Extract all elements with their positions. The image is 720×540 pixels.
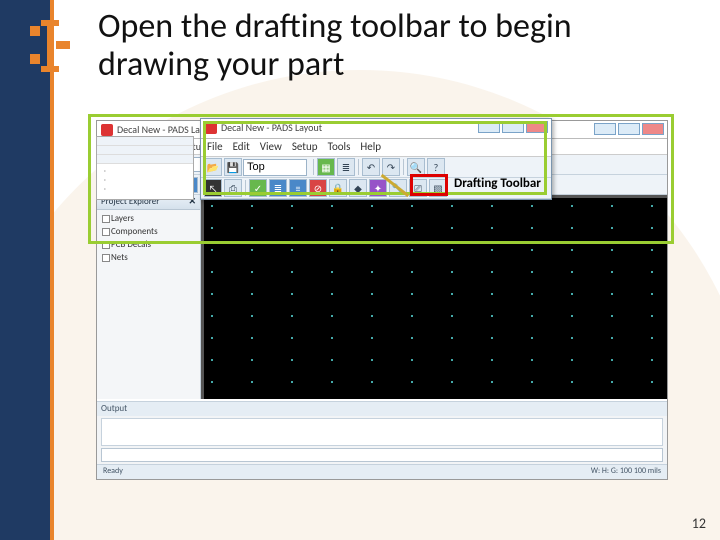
page-number: 12 xyxy=(692,515,706,532)
redcircle-icon[interactable]: ⊘ xyxy=(309,179,327,197)
inset-title: Decal New - PADS Layout xyxy=(221,121,322,134)
redo-icon[interactable]: ↷ xyxy=(382,158,400,176)
menu-setup[interactable]: Setup xyxy=(292,140,318,155)
inset-standard-toolbar[interactable]: 📂 💾 ▦ ≣ ↶ ↷ 🔍 ? xyxy=(201,157,551,178)
lock-icon[interactable]: 🔒 xyxy=(329,179,347,197)
tree-layers[interactable]: Layers xyxy=(101,212,196,225)
menu-file[interactable]: File xyxy=(207,140,223,155)
bullet-bracket-icon xyxy=(28,16,72,76)
extra-icon-1[interactable]: ⎚ xyxy=(409,179,427,197)
stack-icon[interactable]: ≣ xyxy=(269,179,287,197)
stack-icon[interactable]: ≣ xyxy=(337,158,355,176)
help-icon[interactable]: ? xyxy=(427,158,445,176)
status-bar: ReadyW: H: G: 100 100 mils xyxy=(97,464,667,479)
purple-icon[interactable]: ✦ xyxy=(369,179,387,197)
window-buttons[interactable] xyxy=(478,121,548,133)
output-dock: Output ReadyW: H: G: 100 100 mils xyxy=(97,401,667,479)
inset-menubar[interactable]: File Edit View Setup Tools Help xyxy=(201,139,551,157)
slide-title: Open the drafting toolbar to begin drawi… xyxy=(98,8,658,84)
command-input[interactable] xyxy=(101,448,663,462)
tree-nets[interactable]: Nets xyxy=(101,251,196,264)
tree-pcb-decals[interactable]: PCB Decals xyxy=(101,238,196,251)
menu-help[interactable]: Help xyxy=(360,140,381,155)
layers-icon[interactable]: ≡ xyxy=(289,179,307,197)
toggle-icon[interactable]: ⎙ xyxy=(224,179,242,197)
zoom-icon[interactable]: 🔍 xyxy=(407,158,425,176)
project-tree[interactable]: Layers Components PCB Decals Nets xyxy=(97,210,200,266)
slide: Open the drafting toolbar to begin drawi… xyxy=(0,0,720,540)
left-strip xyxy=(0,0,50,540)
menu-view[interactable]: View xyxy=(260,140,282,155)
diamond-icon[interactable]: ◆ xyxy=(349,179,367,197)
cursor-icon[interactable]: ↖ xyxy=(204,179,222,197)
app-icon xyxy=(101,124,113,136)
menu-edit[interactable]: Edit xyxy=(233,140,250,155)
design-canvas[interactable] xyxy=(201,195,667,399)
drc-icon[interactable]: ✓ xyxy=(249,179,267,197)
undo-icon[interactable]: ↶ xyxy=(362,158,380,176)
tree-components[interactable]: Components xyxy=(101,225,196,238)
grid-icon[interactable]: ▦ xyxy=(317,158,335,176)
mini-window: ··· xyxy=(96,136,194,200)
app-icon xyxy=(205,122,217,134)
open-icon[interactable]: 📂 xyxy=(204,158,222,176)
output-pane xyxy=(101,418,663,446)
save-icon[interactable]: 💾 xyxy=(224,158,242,176)
menu-tools[interactable]: Tools xyxy=(328,140,351,155)
accent-line xyxy=(50,0,54,540)
layer-field[interactable] xyxy=(243,159,307,176)
callout-drafting-toolbar: Drafting Toolbar xyxy=(454,176,541,191)
window-buttons[interactable] xyxy=(594,123,664,135)
output-tabs[interactable]: Output xyxy=(97,402,667,416)
extra-icon-2[interactable]: ▧ xyxy=(429,179,447,197)
callout-cae-decal-wizard: CAE Decal Wizard xyxy=(400,206,495,221)
project-explorer-panel: Project Explorer ✕ Layers Components PCB… xyxy=(97,195,201,399)
